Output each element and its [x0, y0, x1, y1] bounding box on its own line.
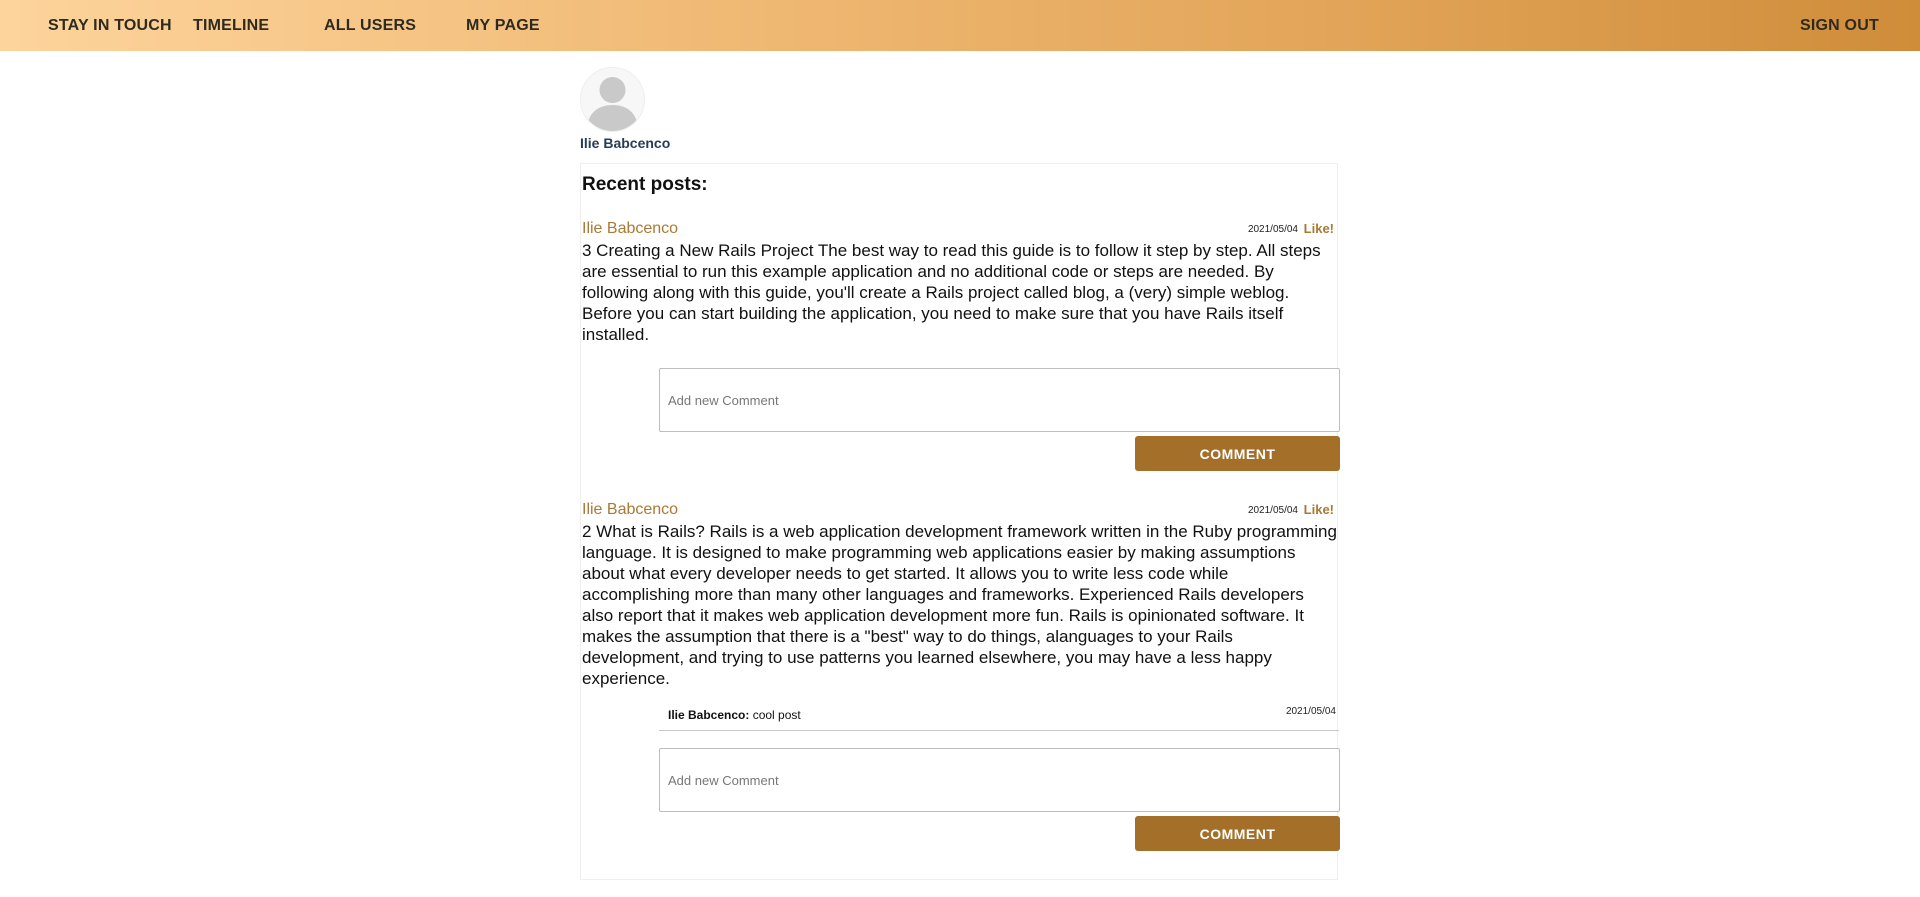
- like-button[interactable]: Like!: [1304, 221, 1334, 236]
- nav-my-page[interactable]: MY PAGE: [466, 0, 540, 51]
- comment-text: Ilie Babcenco: cool post: [668, 708, 801, 722]
- profile-name: Ilie Babcenco: [580, 135, 671, 151]
- comment-button[interactable]: COMMENT: [1135, 436, 1340, 471]
- comment-input[interactable]: [659, 748, 1340, 812]
- recent-posts-section: Recent posts: Ilie Babcenco 2021/05/04 L…: [580, 163, 1340, 880]
- comment-date: 2021/05/04: [1285, 706, 1336, 717]
- post-author[interactable]: Ilie Babcenco: [582, 220, 678, 238]
- post-body: 3 Creating a New Rails Project The best …: [582, 241, 1321, 344]
- comment-button[interactable]: COMMENT: [1135, 816, 1340, 851]
- nav-all-users[interactable]: ALL USERS: [324, 0, 416, 51]
- comment-author: Ilie Babcenco:: [668, 708, 750, 722]
- avatar: [580, 67, 645, 132]
- post-body: 2 What is Rails? Rails is a web applicat…: [582, 522, 1337, 688]
- post-author[interactable]: Ilie Babcenco: [582, 501, 678, 519]
- nav-timeline[interactable]: TIMELINE: [193, 0, 269, 51]
- default-user-icon: [587, 77, 638, 131]
- nav-stay-in-touch[interactable]: STAY IN TOUCH: [48, 0, 172, 51]
- comment-input[interactable]: [659, 368, 1340, 432]
- post-date: 2021/05/04: [1247, 224, 1298, 235]
- top-navbar: STAY IN TOUCH TIMELINE ALL USERS MY PAGE…: [0, 0, 1920, 51]
- comment-content: cool post: [752, 708, 801, 722]
- recent-posts-heading: Recent posts:: [582, 174, 708, 195]
- post-date: 2021/05/04: [1247, 505, 1298, 516]
- like-button[interactable]: Like!: [1304, 502, 1334, 517]
- comment-item: Ilie Babcenco: cool post 2021/05/04: [659, 699, 1339, 731]
- nav-sign-out[interactable]: SIGN OUT: [1800, 0, 1879, 51]
